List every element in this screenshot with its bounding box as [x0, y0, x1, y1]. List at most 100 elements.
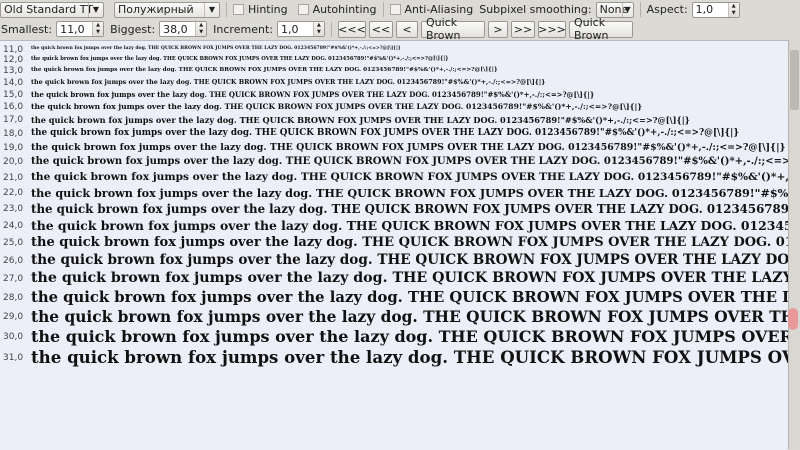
separator: [330, 21, 332, 37]
preview-line-text: the quick brown fox jumps over the lazy …: [31, 235, 788, 251]
next-page-button[interactable]: >: [487, 20, 508, 38]
preview-line-text: the quick brown fox jumps over the lazy …: [31, 67, 498, 74]
preview-line-size: 20,0: [3, 157, 24, 168]
preview-line-text: the quick brown fox jumps over the lazy …: [31, 252, 788, 269]
preview-line: 26,0 the quick brown fox jumps over the l…: [0, 252, 788, 270]
toolbar-row-sizes: Smallest: 11,0 ▲ ▼ Biggest: 38,0 ▲ ▼ Incre…: [0, 16, 800, 42]
preview-line-size: 27,0: [3, 274, 24, 285]
preview-line-size: 28,0: [3, 293, 24, 304]
antialiasing-checkbox[interactable]: Anti-Aliasing: [389, 3, 474, 16]
preview-line-size: 13,0: [3, 66, 24, 77]
font-style-combobox[interactable]: Полужирный ▼: [114, 1, 220, 18]
preview-line-text: the quick brown fox jumps over the lazy …: [31, 46, 401, 52]
preview-line: 17,0 the quick brown fox jumps over the l…: [0, 113, 788, 126]
spin-updown-icon[interactable]: ▲ ▼: [312, 22, 324, 36]
scrollbar-thumb[interactable]: [790, 50, 799, 110]
preview-line: 12,0 the quick brown fox jumps over the l…: [0, 54, 788, 65]
smallest-value: 11,0: [60, 22, 85, 36]
preview-line-size: 24,0: [3, 221, 24, 232]
antialiasing-label: Anti-Aliasing: [404, 3, 474, 16]
preview-line: 28,0 the quick brown fox jumps over the l…: [0, 288, 788, 307]
prev-page-button[interactable]: <: [395, 20, 418, 38]
preview-line-text: the quick brown fox jumps over the lazy …: [31, 102, 643, 112]
preview-line: 31,0 the quick brown fox jumps over the l…: [0, 347, 788, 368]
spin-updown-icon[interactable]: ▲ ▼: [195, 22, 207, 36]
aspect-label: Aspect:: [646, 3, 688, 16]
spin-updown-icon[interactable]: ▲ ▼: [727, 2, 739, 17]
last-page-button[interactable]: >>>: [537, 20, 566, 38]
prev-page-big-button[interactable]: <<: [368, 20, 393, 38]
preview-line-size: 17,0: [3, 115, 24, 126]
vertical-scrollbar[interactable]: [788, 40, 800, 449]
preview-line-size: 31,0: [3, 352, 24, 363]
preview-line-text: the quick brown fox jumps over the lazy …: [31, 270, 788, 287]
preview-line: 30,0 the quick brown fox jumps over the l…: [0, 327, 788, 347]
hinting-label: Hinting: [248, 3, 288, 16]
preview-line-text: the quick brown fox jumps over the lazy …: [31, 114, 690, 125]
preview-line: 25,0 the quick brown fox jumps over the l…: [0, 234, 788, 251]
biggest-label: Biggest:: [110, 22, 156, 36]
chevron-down-icon: ▼: [88, 2, 103, 17]
smallest-spinbox[interactable]: 11,0 ▲ ▼: [56, 21, 105, 37]
font-family-value: Old Standard TT: [4, 3, 93, 16]
preview-line-text: the quick brown fox jumps over the lazy …: [31, 327, 788, 347]
subpixel-label: Subpixel smoothing:: [479, 3, 592, 16]
first-page-button[interactable]: <<<: [337, 20, 366, 38]
separator: [226, 2, 227, 17]
next-page-big-button[interactable]: >>: [510, 20, 535, 38]
watermark-mark: [788, 308, 798, 330]
biggest-value: 38,0: [163, 22, 188, 36]
biggest-spinbox[interactable]: 38,0 ▲ ▼: [159, 21, 208, 37]
preview-line-text: the quick brown fox jumps over the lazy …: [31, 347, 788, 368]
preview-line: 15,0 the quick brown fox jumps over the l…: [0, 88, 788, 100]
preview-line: 11,0 the quick brown fox jumps over the l…: [0, 44, 788, 55]
autohinting-label: Autohinting: [312, 3, 377, 16]
preview-line-text: the quick brown fox jumps over the lazy …: [31, 141, 786, 153]
preview-line: 14,0 the quick brown fox jumps over the l…: [0, 76, 788, 88]
increment-spinbox[interactable]: 1,0 ▲ ▼: [276, 21, 325, 37]
preview-line: 24,0 the quick brown fox jumps over the l…: [0, 217, 788, 234]
preview-line-text: the quick brown fox jumps over the lazy …: [31, 218, 788, 234]
autohinting-checkbox[interactable]: Autohinting: [297, 3, 377, 16]
preview-line-size: 25,0: [3, 238, 24, 249]
separator: [382, 2, 384, 17]
increment-label: Increment:: [213, 22, 273, 36]
font-family-combobox[interactable]: Old Standard TT ▼: [0, 1, 104, 18]
preview-line-text: the quick brown fox jumps over the lazy …: [31, 56, 449, 63]
preview-line-size: 21,0: [3, 172, 24, 183]
increment-value: 1,0: [280, 22, 299, 36]
aspect-value: 1,0: [695, 3, 714, 16]
preview-line-text: the quick brown fox jumps over the lazy …: [31, 288, 788, 306]
checkbox-icon: [297, 4, 309, 15]
preview-line-size: 11,0: [3, 44, 24, 55]
chevron-down-icon: ▼: [204, 2, 219, 17]
preview-line: 21,0 the quick brown fox jumps over the l…: [0, 169, 788, 184]
preview-line-size: 30,0: [3, 332, 24, 343]
preview-line-size: 26,0: [3, 256, 24, 267]
preview-line-size: 14,0: [3, 77, 24, 88]
preview-line: 13,0 the quick brown fox jumps over the l…: [0, 65, 788, 76]
quick-brown-button-1[interactable]: Quick Brown: [420, 16, 485, 42]
preview-line: 22,0 the quick brown fox jumps over the l…: [0, 185, 788, 201]
chevron-down-icon: ▼: [621, 2, 633, 17]
toolbar-row-font: Old Standard TT ▼ Полужирный ▼ Hinting A…: [0, 0, 800, 19]
preview-line: 27,0 the quick brown fox jumps over the l…: [0, 270, 788, 289]
preview-line-text: the quick brown fox jumps over the lazy …: [31, 127, 739, 138]
font-style-value: Полужирный: [118, 3, 194, 16]
hinting-checkbox[interactable]: Hinting: [233, 3, 288, 16]
preview-line: 20,0 the quick brown fox jumps over the l…: [0, 155, 788, 170]
preview-line-text: the quick brown fox jumps over the lazy …: [31, 201, 788, 216]
preview-line-size: 19,0: [3, 142, 24, 153]
spin-updown-icon[interactable]: ▲ ▼: [92, 22, 104, 36]
smallest-label: Smallest:: [1, 22, 53, 36]
font-preview-area[interactable]: 11,0 the quick brown fox jumps over the l…: [0, 40, 788, 450]
preview-line-text: the quick brown fox jumps over the lazy …: [31, 89, 595, 99]
preview-line-size: 18,0: [3, 128, 24, 139]
preview-line: 19,0 the quick brown fox jumps over the l…: [0, 140, 788, 154]
quick-brown-button-2[interactable]: Quick Brown: [568, 16, 633, 42]
preview-line: 29,0 the quick brown fox jumps over the l…: [0, 307, 788, 327]
preview-line-text: the quick brown fox jumps over the lazy …: [31, 170, 788, 183]
preview-line: 16,0 the quick brown fox jumps over the l…: [0, 100, 788, 113]
aspect-spinbox[interactable]: 1,0 ▲ ▼: [691, 1, 740, 18]
checkbox-icon: [233, 4, 244, 15]
